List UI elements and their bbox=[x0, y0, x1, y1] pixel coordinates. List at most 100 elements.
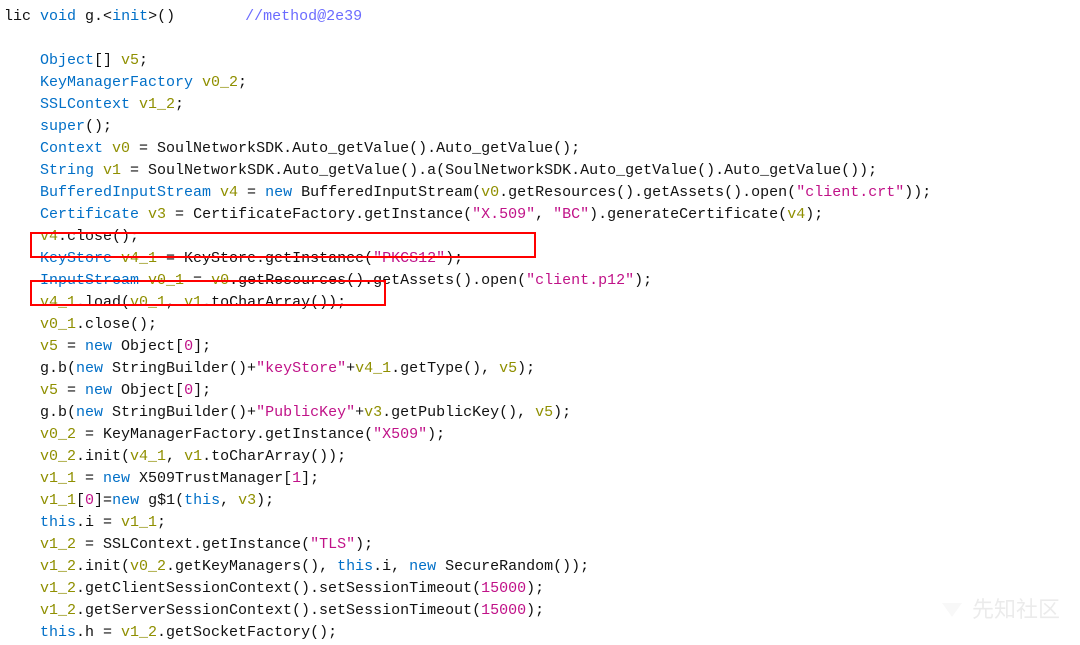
kw: new bbox=[103, 470, 130, 487]
txt: BufferedInputStream( bbox=[292, 184, 481, 201]
angle-open: < bbox=[103, 8, 112, 25]
eq: = bbox=[238, 184, 265, 201]
code-line: Object[] v5; bbox=[4, 50, 1076, 72]
txt: .close(); bbox=[76, 316, 157, 333]
var: v5 bbox=[535, 404, 553, 421]
txt: ); bbox=[634, 272, 652, 289]
kw: new bbox=[112, 492, 139, 509]
num: 15000 bbox=[481, 602, 526, 619]
code-line: v1_1[0]=new g$1(this, v3); bbox=[4, 490, 1076, 512]
var: v1_2 bbox=[40, 602, 76, 619]
txt: ]; bbox=[193, 338, 211, 355]
this: this bbox=[40, 514, 76, 531]
rest: (); bbox=[85, 118, 112, 135]
eq: = bbox=[184, 272, 211, 289]
code-line-header: lic void g.<init>()//method@2e39 bbox=[4, 6, 1076, 28]
type: KeyStore bbox=[40, 250, 121, 267]
watermark-text: 先知社区 bbox=[972, 599, 1060, 621]
code-line: v0_1.close(); bbox=[4, 314, 1076, 336]
eq: = bbox=[58, 382, 85, 399]
var: v1_2 bbox=[139, 96, 175, 113]
txt: + bbox=[346, 360, 355, 377]
kw: new bbox=[85, 338, 112, 355]
string: "TLS" bbox=[310, 536, 355, 553]
code-line: v1_2.getServerSessionContext().setSessio… bbox=[4, 600, 1076, 622]
code-line: this.i = v1_1; bbox=[4, 512, 1076, 534]
code-line: String v1 = SoulNetworkSDK.Auto_getValue… bbox=[4, 160, 1076, 182]
var: v0_2 bbox=[40, 448, 76, 465]
var: v0_1 bbox=[148, 272, 184, 289]
txt: .getServerSessionContext().setSessionTim… bbox=[76, 602, 481, 619]
txt: .load( bbox=[76, 294, 130, 311]
var: v1_1 bbox=[40, 492, 76, 509]
txt: X509TrustManager[ bbox=[130, 470, 292, 487]
watermark: 先知社区 bbox=[938, 599, 1060, 621]
var: v4_1 bbox=[355, 360, 391, 377]
string: "keyStore" bbox=[256, 360, 346, 377]
blank-line bbox=[4, 28, 1076, 50]
txt: ); bbox=[355, 536, 373, 553]
type: String bbox=[40, 162, 103, 179]
txt: g.b( bbox=[40, 404, 76, 421]
txt: ); bbox=[805, 206, 823, 223]
var: v4 bbox=[40, 228, 58, 245]
code-line: super(); bbox=[4, 116, 1076, 138]
num: 0 bbox=[85, 492, 94, 509]
string: "PublicKey" bbox=[256, 404, 355, 421]
num: 1 bbox=[292, 470, 301, 487]
var: v4 bbox=[787, 206, 805, 223]
type: Certificate bbox=[40, 206, 148, 223]
type: Context bbox=[40, 140, 112, 157]
string: "X.509" bbox=[472, 206, 535, 223]
code-line: v1_2 = SSLContext.getInstance("TLS"); bbox=[4, 534, 1076, 556]
var: v0 bbox=[211, 272, 229, 289]
txt: ]; bbox=[193, 382, 211, 399]
kw: super bbox=[40, 118, 85, 135]
header-pre: lic bbox=[4, 8, 40, 25]
txt: StringBuilder()+ bbox=[103, 404, 256, 421]
txt: .toCharArray()); bbox=[202, 294, 346, 311]
var: v5 bbox=[121, 52, 139, 69]
method-name: g. bbox=[76, 8, 103, 25]
rest: SoulNetworkSDK.Auto_getValue().Auto_getV… bbox=[157, 140, 580, 157]
eq: = bbox=[121, 162, 148, 179]
var: v1_2 bbox=[40, 580, 76, 597]
this: this bbox=[40, 624, 76, 641]
this: this bbox=[337, 558, 373, 575]
txt: ); bbox=[553, 404, 571, 421]
code-line: BufferedInputStream v4 = new BufferedInp… bbox=[4, 182, 1076, 204]
txt: CertificateFactory.getInstance( bbox=[193, 206, 472, 223]
semi: ; bbox=[139, 52, 148, 69]
var: v1_1 bbox=[121, 514, 157, 531]
brackets: [] bbox=[94, 52, 121, 69]
code-line: v1_1 = new X509TrustManager[1]; bbox=[4, 468, 1076, 490]
semi: ; bbox=[175, 96, 184, 113]
rest: SoulNetworkSDK.Auto_getValue().a(SoulNet… bbox=[148, 162, 877, 179]
txt: .h = bbox=[76, 624, 121, 641]
eq: = bbox=[76, 426, 103, 443]
type: KeyManagerFactory bbox=[40, 74, 202, 91]
comma: , bbox=[166, 448, 184, 465]
var: v1_2 bbox=[121, 624, 157, 641]
var: v4_1 bbox=[130, 448, 166, 465]
var: v4_1 bbox=[121, 250, 157, 267]
eq: = bbox=[76, 536, 103, 553]
txt: ); bbox=[517, 360, 535, 377]
num: 0 bbox=[184, 338, 193, 355]
txt: KeyManagerFactory.getInstance( bbox=[103, 426, 373, 443]
txt: .getKeyManagers(), bbox=[166, 558, 337, 575]
var: v3 bbox=[364, 404, 382, 421]
txt: .getResources().getAssets().open( bbox=[499, 184, 796, 201]
var: v0_2 bbox=[130, 558, 166, 575]
code-line: this.h = v1_2.getSocketFactory(); bbox=[4, 622, 1076, 644]
txt: [ bbox=[76, 492, 85, 509]
txt: KeyStore.getInstance( bbox=[184, 250, 373, 267]
txt: .getType(), bbox=[391, 360, 499, 377]
var: v0 bbox=[481, 184, 499, 201]
var: v0_1 bbox=[130, 294, 166, 311]
code-line: g.b(new StringBuilder()+"PublicKey"+v3.g… bbox=[4, 402, 1076, 424]
code-line: Certificate v3 = CertificateFactory.getI… bbox=[4, 204, 1076, 226]
var: v5 bbox=[499, 360, 517, 377]
code-line: v5 = new Object[0]; bbox=[4, 336, 1076, 358]
paren: () bbox=[157, 8, 175, 25]
